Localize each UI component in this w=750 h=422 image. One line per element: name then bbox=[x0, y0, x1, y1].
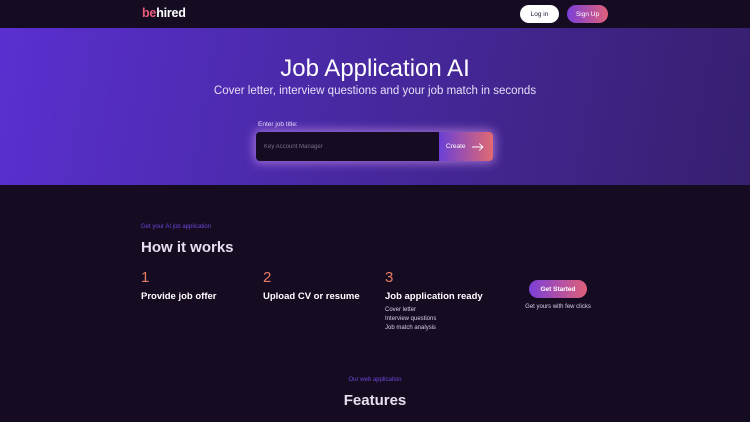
step-1-title: Provide job offer bbox=[141, 291, 217, 302]
list-item: Job match analysis bbox=[385, 325, 437, 331]
create-button-label: Create bbox=[446, 143, 466, 150]
features-title: Features bbox=[343, 392, 407, 409]
list-item: Cover letter bbox=[385, 307, 417, 313]
features-eyebrow: Our web application bbox=[348, 377, 402, 383]
hero-section: Job Application AI Cover letter, intervi… bbox=[0, 28, 750, 185]
step-3-number: 3 bbox=[385, 269, 394, 286]
step-3-title: Job application ready bbox=[385, 291, 483, 302]
job-title-form: Create bbox=[256, 132, 493, 161]
logo-suffix: hired bbox=[156, 6, 186, 20]
job-title-input[interactable] bbox=[256, 132, 439, 161]
behired-logo[interactable]: behired bbox=[142, 6, 186, 20]
arrow-right-icon bbox=[471, 142, 484, 151]
create-button[interactable]: Create bbox=[439, 132, 493, 161]
how-it-works-title: How it works bbox=[141, 239, 234, 256]
step-1-number: 1 bbox=[141, 269, 150, 286]
step-2-title: Upload CV or resume bbox=[263, 291, 360, 302]
hero-title: Job Application AI bbox=[280, 55, 470, 82]
job-title-label: Enter job title: bbox=[258, 121, 298, 128]
signup-button[interactable]: Sign Up bbox=[567, 5, 608, 23]
hero-subtitle: Cover letter, interview questions and yo… bbox=[213, 85, 537, 97]
step-2-number: 2 bbox=[263, 269, 272, 286]
step-3-items: Cover letter Interview questions Job mat… bbox=[385, 306, 436, 333]
logo-prefix: be bbox=[142, 6, 157, 20]
how-it-works-eyebrow: Get your AI job application bbox=[141, 224, 212, 230]
login-button[interactable]: Log in bbox=[520, 5, 559, 23]
list-item: Interview questions bbox=[385, 316, 437, 322]
get-started-button[interactable]: Get Started bbox=[529, 280, 587, 298]
top-navbar: behired Log in Sign Up bbox=[0, 0, 750, 28]
get-started-note: Get yours with few clicks bbox=[525, 304, 591, 310]
